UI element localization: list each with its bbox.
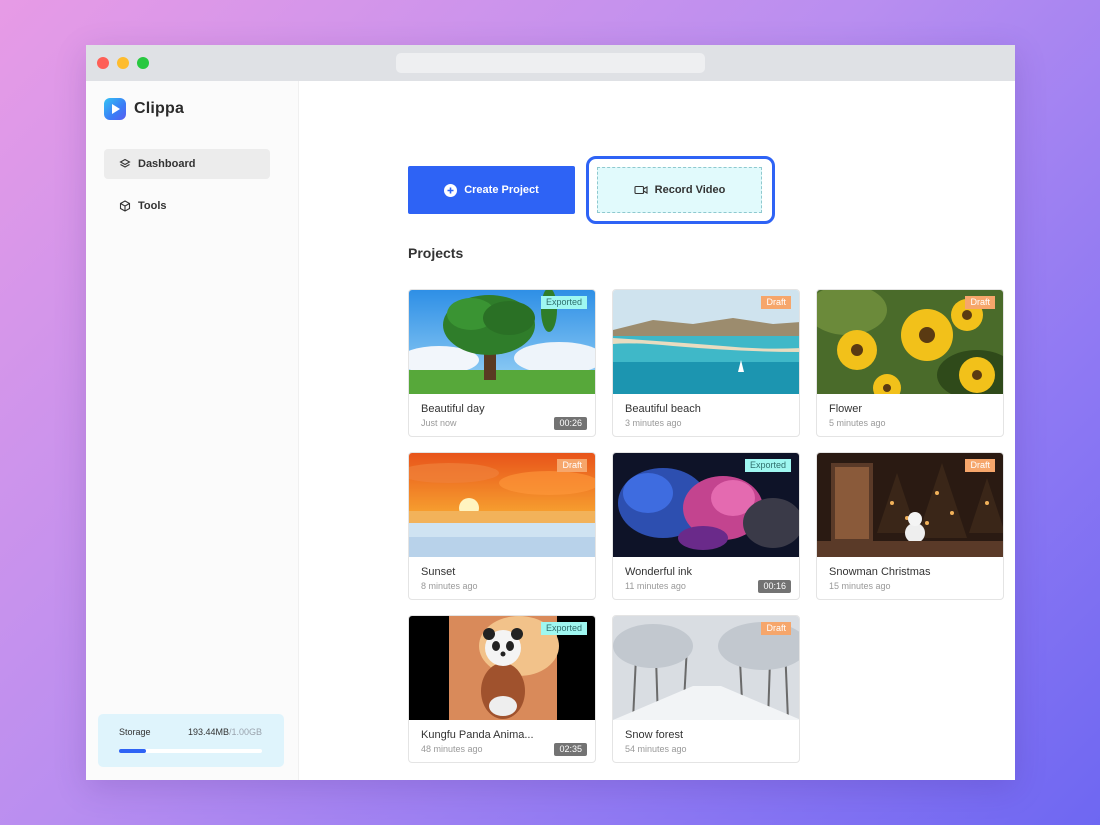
storage-progress-fill <box>119 749 147 753</box>
plus-circle-icon <box>444 183 458 197</box>
sidebar-item-dashboard[interactable]: Dashboard <box>104 149 270 179</box>
sidebar-item-label: Dashboard <box>138 158 196 170</box>
status-badge: Draft <box>965 459 995 472</box>
create-project-button[interactable]: Create Project <box>408 166 575 214</box>
project-title: Snowman Christmas <box>829 566 931 578</box>
address-bar[interactable] <box>396 53 705 73</box>
storage-label: Storage <box>119 727 151 737</box>
project-timestamp: 3 minutes ago <box>625 418 682 428</box>
project-card[interactable]: Exported 00:26 Beautiful day Just now <box>408 289 596 437</box>
storage-progress-bar <box>119 749 262 753</box>
project-title: Wonderful ink <box>625 566 693 578</box>
clippa-logo-icon <box>104 98 126 120</box>
duration-badge: 00:16 <box>758 580 791 593</box>
brand[interactable]: Clippa <box>104 98 184 120</box>
status-badge: Draft <box>965 296 995 309</box>
projects-heading: Projects <box>408 245 464 261</box>
main-content: Create Project Record Video Projects Exp… <box>299 81 1015 780</box>
project-title: Beautiful day <box>421 403 485 415</box>
status-badge: Exported <box>744 459 791 472</box>
project-card[interactable]: Draft Beautiful beach 3 minutes ago <box>612 289 800 437</box>
app-window: Clippa Dashboard Tools Storage 193.44MB/… <box>86 45 1015 780</box>
project-timestamp: Just now <box>421 418 457 428</box>
project-timestamp: 54 minutes ago <box>625 744 687 754</box>
project-card[interactable]: Exported 02:35 Kungfu Panda Anima... 48 … <box>408 615 596 763</box>
sidebar: Clippa Dashboard Tools Storage 193.44MB/… <box>86 81 299 780</box>
status-badge: Exported <box>540 296 587 309</box>
project-timestamp: 11 minutes ago <box>625 581 686 591</box>
storage-used: 193.44MB <box>187 727 229 737</box>
project-card[interactable]: Draft Snowman Christmas 15 minutes ago <box>816 452 1004 600</box>
project-card[interactable]: Draft Sunset 8 minutes ago <box>408 452 596 600</box>
record-video-label: Record Video <box>654 184 726 196</box>
project-card[interactable]: Draft Flower 5 minutes ago <box>816 289 1004 437</box>
record-video-highlight: Record Video <box>586 156 775 224</box>
project-title: Sunset <box>421 566 456 578</box>
status-badge: Exported <box>540 622 587 635</box>
video-camera-icon <box>634 184 648 196</box>
storage-total: /1.00GB <box>228 727 262 737</box>
project-title: Beautiful beach <box>625 403 701 415</box>
project-title: Kungfu Panda Anima... <box>421 729 534 741</box>
duration-badge: 02:35 <box>554 743 587 756</box>
project-card[interactable]: Exported 00:16 Wonderful ink 11 minutes … <box>612 452 800 600</box>
status-badge: Draft <box>557 459 587 472</box>
project-card[interactable]: Draft Snow forest 54 minutes ago <box>612 615 800 763</box>
record-video-button[interactable]: Record Video <box>597 167 762 213</box>
storage-usage: 193.44MB/1.00GB <box>188 727 262 737</box>
project-timestamp: 15 minutes ago <box>829 581 891 591</box>
layers-icon <box>119 158 131 170</box>
project-timestamp: 5 minutes ago <box>829 418 886 428</box>
project-title: Flower <box>829 403 863 415</box>
create-project-label: Create Project <box>464 184 539 196</box>
sidebar-item-label: Tools <box>138 200 167 212</box>
cube-icon <box>119 200 131 212</box>
status-badge: Draft <box>761 296 791 309</box>
close-window-button[interactable] <box>97 57 109 69</box>
project-timestamp: 8 minutes ago <box>421 581 478 591</box>
brand-name: Clippa <box>134 100 185 117</box>
sidebar-item-tools[interactable]: Tools <box>104 191 270 221</box>
project-timestamp: 48 minutes ago <box>421 744 483 754</box>
minimize-window-button[interactable] <box>117 57 129 69</box>
title-bar <box>86 45 1015 81</box>
project-title: Snow forest <box>625 729 684 741</box>
status-badge: Draft <box>761 622 791 635</box>
storage-panel: Storage 193.44MB/1.00GB <box>98 714 284 767</box>
maximize-window-button[interactable] <box>137 57 149 69</box>
duration-badge: 00:26 <box>554 417 587 430</box>
